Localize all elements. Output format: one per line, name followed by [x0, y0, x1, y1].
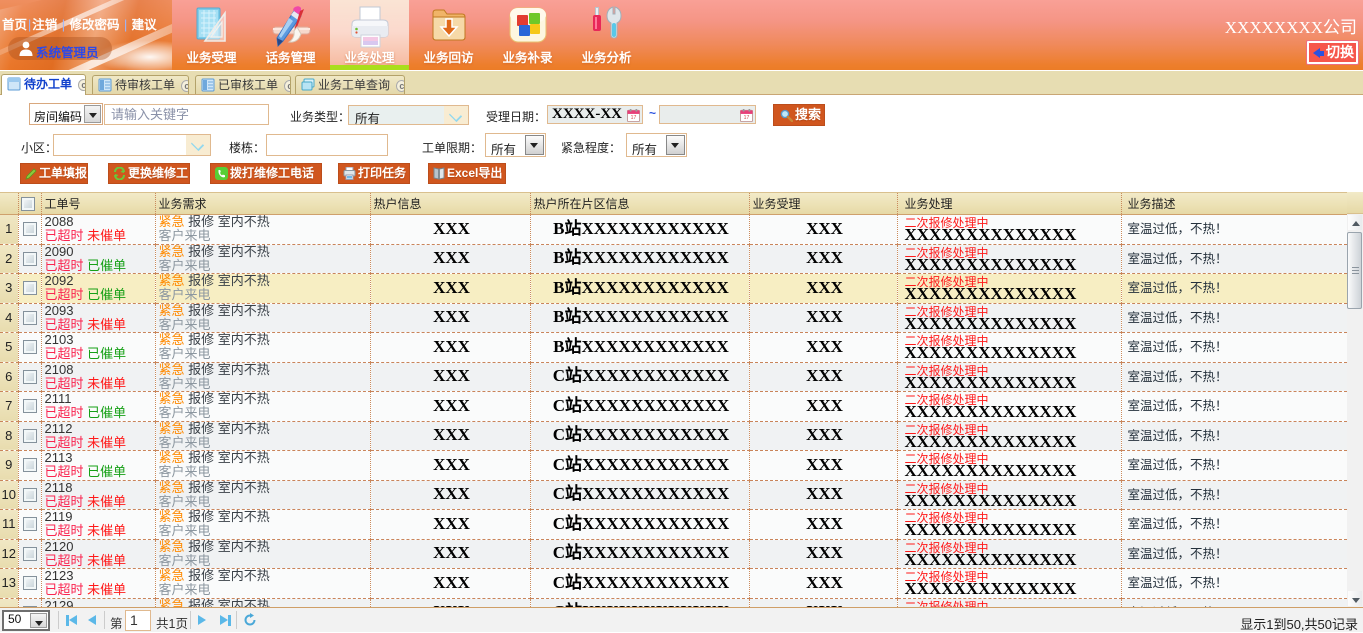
svg-text:17: 17	[744, 115, 750, 121]
svg-text:17: 17	[631, 115, 637, 121]
